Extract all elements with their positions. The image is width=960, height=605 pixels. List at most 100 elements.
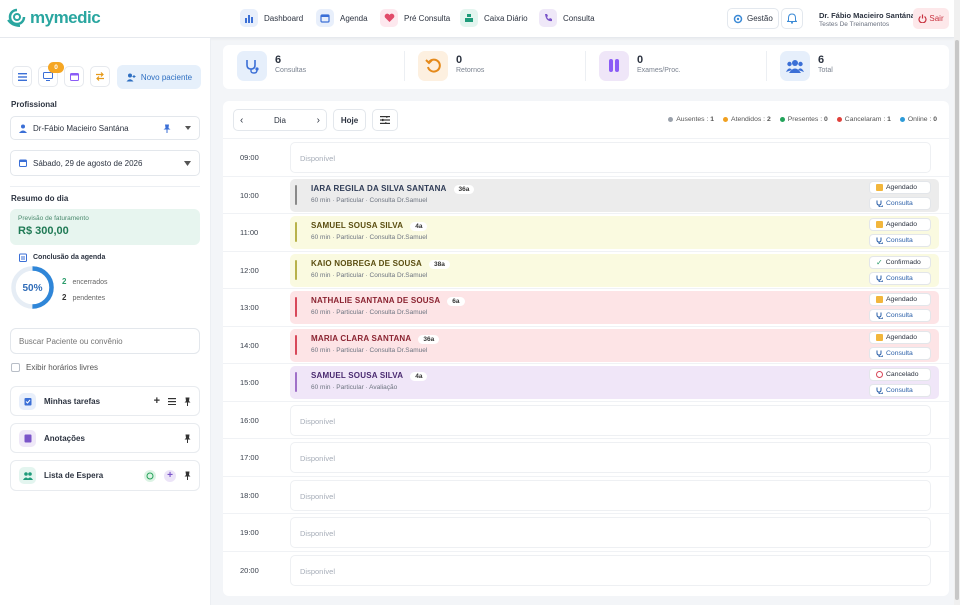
divider [404, 51, 405, 81]
stethoscope-icon [237, 51, 267, 81]
note-icon [19, 429, 36, 447]
status-button[interactable]: Agendado [869, 180, 931, 194]
consulta-button[interactable]: Consulta [869, 196, 931, 210]
legend-item[interactable]: Presentes : 0 [779, 116, 828, 123]
novo-paciente-label: Novo paciente [140, 72, 193, 82]
appointment-card[interactable]: MARIA CLARA SANTANA 36a 60 min · Particula… [290, 328, 939, 362]
time-slot-row: 20:00 Disponível [223, 550, 949, 589]
logout-button[interactable]: Sair [913, 8, 949, 29]
add-task-icon[interactable]: + [154, 395, 160, 407]
legend-item[interactable]: Ausentes : 1 [668, 116, 714, 123]
appointment-card[interactable]: SAMUEL SOUSA SILVA 4a 60 min · Particular … [290, 366, 939, 399]
slot-time: 14:00 [240, 340, 259, 350]
bell-icon [787, 13, 797, 24]
pin-icon[interactable] [184, 434, 191, 443]
logo[interactable]: mymedic [6, 8, 101, 28]
nav-pre-consulta[interactable]: Pré Consulta [380, 9, 450, 27]
appointment-card[interactable]: NATHALIE SANTANA DE SOUSA 6a 60 min · Part… [290, 291, 939, 324]
legend-item[interactable]: Online : 0 [899, 116, 937, 123]
status-button[interactable]: Agendado [869, 293, 931, 306]
heart-pulse-icon [380, 9, 398, 27]
patient-age: 6a [447, 297, 465, 306]
test-tubes-icon [599, 51, 629, 81]
stat-consultas: 6 Consultas [237, 51, 306, 81]
add-waitlist-icon[interactable]: + [164, 469, 176, 482]
swap-button[interactable] [90, 66, 110, 87]
profissional-select[interactable]: Dr-Fábio Macieiro Santána [10, 116, 200, 140]
nav-caixa-diario[interactable]: Caixa Diário [460, 9, 528, 27]
chevron-right-icon[interactable]: › [317, 115, 320, 126]
legend-item[interactable]: Atendidos : 2 [723, 116, 771, 123]
nav-consulta[interactable]: Consulta [539, 9, 595, 27]
stat-exames-value: 0 [637, 54, 644, 66]
exibir-livres-toggle[interactable]: Exibir horários livres [11, 363, 98, 372]
menu-button[interactable] [12, 66, 32, 87]
appointment-card[interactable]: KAIO NOBREGA DE SOUSA 38a 60 min · Particu… [290, 253, 939, 287]
whatsapp-icon[interactable] [144, 469, 156, 482]
consulta-button[interactable]: Consulta [869, 234, 931, 247]
nav-caixa-diario-label: Caixa Diário [484, 13, 528, 23]
checkbox[interactable] [11, 363, 20, 372]
view-mode[interactable]: Dia [274, 116, 286, 125]
anotacoes-card[interactable]: Anotações [10, 423, 200, 453]
consulta-button[interactable]: Consulta [869, 384, 931, 397]
stat-consultas-label: Consultas [275, 67, 307, 74]
novo-paciente-button[interactable]: Novo paciente [117, 65, 201, 89]
profissional-label: Profissional [11, 100, 57, 109]
logo-text: mymedic [30, 8, 101, 27]
pin-icon[interactable] [163, 124, 171, 133]
calendar-button[interactable] [64, 66, 84, 87]
minhas-tarefas-card[interactable]: Minhas tarefas + [10, 386, 200, 416]
status-button[interactable]: Agendado [869, 330, 931, 344]
today-button[interactable]: Hoje [333, 109, 366, 131]
available-slot[interactable]: Disponível [290, 517, 931, 548]
nav-pre-consulta-label: Pré Consulta [404, 13, 451, 23]
notifications-button[interactable] [781, 8, 803, 29]
patient-name: NATHALIE SANTANA DE SOUSA [311, 296, 441, 305]
users-icon [780, 51, 810, 81]
pin-icon[interactable] [184, 471, 191, 480]
consulta-label: Consulta [886, 387, 913, 394]
nav-dashboard[interactable]: Dashboard [240, 9, 303, 27]
patient-name: MARIA CLARA SANTANA [311, 333, 412, 343]
logout-label: Sair [929, 14, 944, 23]
appointment-card[interactable]: SAMUEL SOUSA SILVA 4a 60 min · Particular … [290, 216, 939, 249]
status-label: Cancelado [886, 371, 919, 378]
available-slot[interactable]: Disponível [290, 479, 931, 511]
available-slot[interactable]: Disponível [290, 142, 931, 173]
pin-icon[interactable] [184, 397, 191, 406]
available-slot[interactable]: Disponível [290, 442, 931, 473]
list-icon[interactable] [168, 397, 176, 405]
divider [585, 51, 586, 81]
stethoscope-icon [876, 237, 883, 244]
nav-agenda[interactable]: Agenda [316, 9, 368, 27]
search-input[interactable] [10, 328, 200, 354]
status-button[interactable]: Agendado [869, 218, 931, 231]
user-info[interactable]: Dr. Fábio Macieiro Santána Testes De Tre… [819, 11, 915, 28]
appointment-card[interactable]: IARA REGILA DA SILVA SANTANA 36a 60 min · … [290, 178, 939, 212]
consulta-button[interactable]: Consulta [869, 346, 931, 360]
chevron-down-icon [184, 160, 191, 166]
appointment-detail: 60 min · Particular · Consulta Dr.Samuel [311, 196, 428, 204]
filter-button[interactable] [372, 109, 398, 131]
legend-item[interactable]: Cancelaram : 1 [836, 116, 891, 123]
slot-time: 18:00 [240, 490, 259, 500]
available-slot[interactable]: Disponível [290, 554, 931, 586]
consulta-button[interactable]: Consulta [869, 309, 931, 322]
lista-espera-card[interactable]: Lista de Espera + [10, 460, 200, 491]
chevron-left-icon[interactable]: ‹ [240, 115, 243, 126]
slot-time: 20:00 [240, 565, 259, 575]
conclusao-header: Conclusão da agenda [19, 253, 105, 262]
consulta-button[interactable]: Consulta [869, 271, 931, 285]
page-scrollbar[interactable] [954, 0, 960, 605]
status-button[interactable]: Cancelado [869, 368, 931, 381]
legend-count: 2 [766, 116, 771, 123]
status-button[interactable]: ✓ Confirmado [869, 255, 931, 269]
gestao-button[interactable]: Gestão [727, 8, 779, 29]
date-select[interactable]: Sábado, 29 de agosto de 2026 [10, 150, 200, 176]
scrollbar-thumb[interactable] [955, 40, 959, 600]
available-slot[interactable]: Disponível [290, 404, 931, 436]
patient-name: IARA REGILA DA SILVA SANTANA [311, 183, 447, 193]
divider [766, 51, 767, 81]
consulta-label: Consulta [886, 349, 913, 357]
